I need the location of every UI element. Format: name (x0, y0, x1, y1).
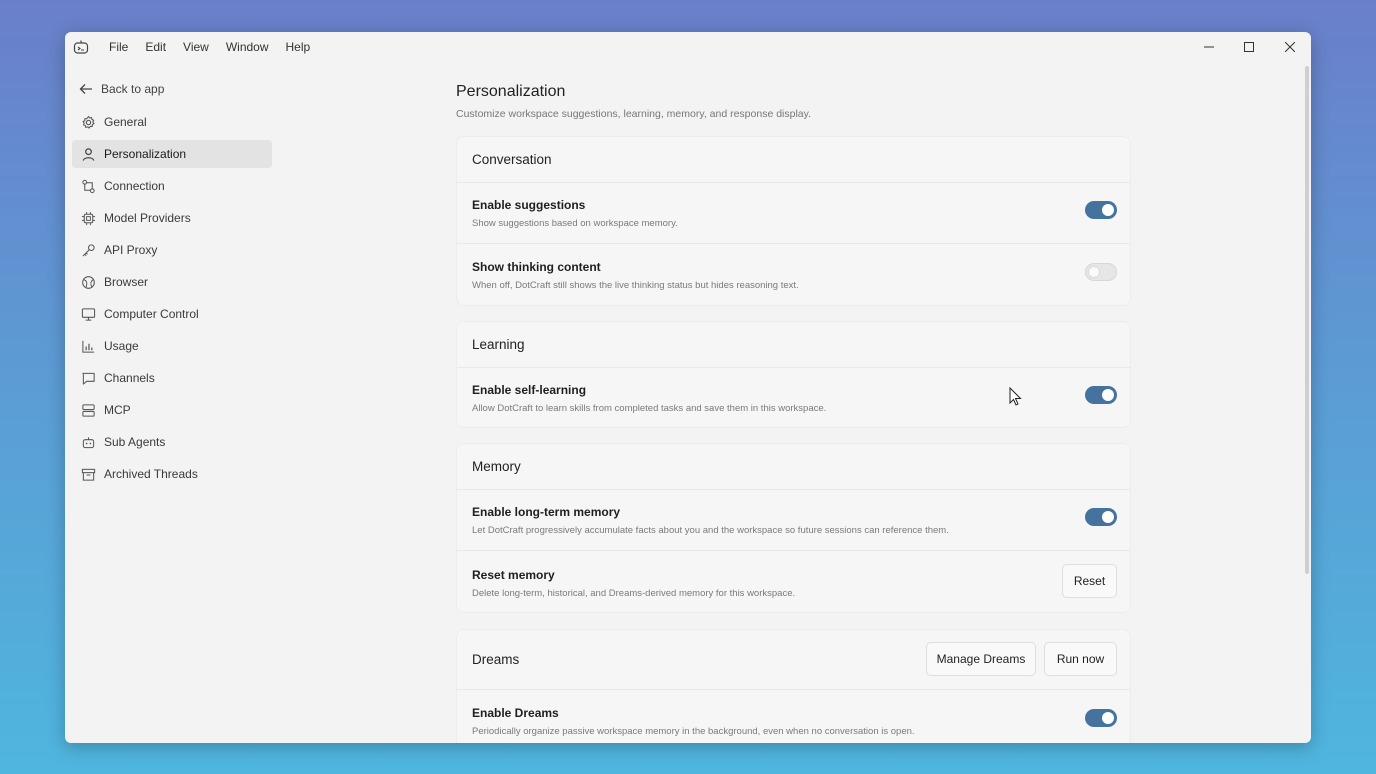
toggle-knob (1102, 389, 1114, 401)
menu-file[interactable]: File (109, 40, 128, 54)
maximize-button[interactable] (1229, 32, 1269, 62)
dreams-card: Dreams Manage Dreams Run now Enable Drea… (456, 629, 1131, 743)
menu-help[interactable]: Help (286, 40, 311, 54)
person-icon (82, 147, 95, 161)
sidebar-item-label: Model Providers (104, 211, 191, 225)
server-icon (82, 403, 95, 417)
sidebar-item-archived-threads[interactable]: Archived Threads (72, 460, 272, 488)
conversation-title: Conversation (472, 152, 552, 167)
mouse-cursor-icon (1009, 387, 1022, 406)
sidebar-item-connection[interactable]: Connection (72, 172, 272, 200)
enable-self-learning-label: Enable self-learning (472, 383, 587, 397)
title-bar: File Edit View Window Help (65, 32, 1311, 62)
enable-long-term-memory-desc: Let DotCraft progressively accumulate fa… (472, 525, 949, 536)
memory-card: Memory Enable long-term memory Let DotCr… (456, 443, 1131, 613)
sidebar-item-label: Computer Control (104, 307, 199, 321)
maximize-icon (1244, 42, 1254, 52)
sidebar-item-label: Personalization (104, 147, 187, 161)
page-title: Personalization (456, 83, 566, 100)
divider (457, 182, 1130, 183)
connection-icon (82, 179, 95, 193)
divider (457, 367, 1130, 368)
key-icon (82, 243, 95, 256)
sidebar-item-channels[interactable]: Channels (72, 364, 272, 392)
sidebar-item-browser[interactable]: Browser (72, 268, 272, 296)
page-subtitle: Customize workspace suggestions, learnin… (456, 108, 812, 120)
memory-title: Memory (472, 459, 521, 474)
settings-window: File Edit View Window Help Back to app G… (65, 32, 1311, 743)
sidebar-item-label: General (104, 115, 147, 129)
divider (457, 489, 1130, 490)
sidebar-item-label: Channels (104, 371, 155, 385)
archive-icon (81, 468, 96, 481)
menu-view[interactable]: View (183, 40, 209, 54)
toggle-knob (1102, 511, 1114, 523)
reset-memory-button[interactable]: Reset (1062, 564, 1117, 598)
show-thinking-label: Show thinking content (472, 260, 601, 274)
dreams-title: Dreams (472, 652, 520, 667)
manage-dreams-button[interactable]: Manage Dreams (926, 642, 1036, 676)
menu-bar: File Edit View Window Help (109, 32, 327, 62)
gear-icon (82, 115, 95, 129)
enable-dreams-label: Enable Dreams (472, 706, 559, 720)
close-icon (1285, 42, 1295, 52)
sidebar-item-general[interactable]: General (72, 108, 272, 136)
toggle-knob (1088, 266, 1100, 278)
enable-suggestions-toggle[interactable] (1085, 201, 1117, 219)
app-logo-icon (73, 39, 89, 55)
divider (457, 689, 1130, 690)
reset-memory-label: Reset memory (472, 568, 555, 582)
menu-edit[interactable]: Edit (145, 40, 166, 54)
toggle-knob (1102, 204, 1114, 216)
chat-icon (82, 372, 95, 385)
scrollbar[interactable] (1305, 66, 1309, 574)
sidebar-item-api-proxy[interactable]: API Proxy (72, 236, 272, 264)
enable-suggestions-desc: Show suggestions based on workspace memo… (472, 218, 678, 229)
minimize-button[interactable] (1189, 32, 1229, 62)
learning-title: Learning (472, 337, 525, 352)
sidebar-item-sub-agents[interactable]: Sub Agents (72, 428, 272, 456)
minimize-icon (1204, 46, 1214, 48)
reset-memory-desc: Delete long-term, historical, and Dreams… (472, 588, 796, 599)
sidebar-item-label: Browser (104, 275, 149, 289)
arrow-left-icon (79, 84, 92, 94)
sidebar-item-computer-control[interactable]: Computer Control (72, 300, 272, 328)
toggle-knob (1102, 712, 1114, 724)
close-button[interactable] (1270, 32, 1310, 62)
conversation-card: Conversation Enable suggestions Show sug… (456, 136, 1131, 306)
robot-icon (82, 436, 95, 448)
sidebar-item-mcp[interactable]: MCP (72, 396, 272, 424)
sidebar-item-label: MCP (104, 403, 131, 417)
enable-long-term-memory-toggle[interactable] (1085, 508, 1117, 526)
sidebar-item-label: Connection (104, 179, 165, 193)
chip-icon (81, 211, 96, 225)
sidebar-item-label: API Proxy (104, 243, 158, 257)
back-to-app-link[interactable]: Back to app (79, 80, 164, 98)
show-thinking-toggle[interactable] (1085, 263, 1117, 281)
sidebar-item-usage[interactable]: Usage (72, 332, 272, 360)
divider (457, 550, 1130, 551)
back-to-app-label: Back to app (101, 82, 165, 96)
show-thinking-desc: When off, DotCraft still shows the live … (472, 280, 799, 291)
enable-suggestions-label: Enable suggestions (472, 198, 586, 212)
sidebar-item-model-providers[interactable]: Model Providers (72, 204, 272, 232)
sidebar-item-label: Usage (104, 339, 139, 353)
enable-self-learning-desc: Allow DotCraft to learn skills from comp… (472, 403, 827, 414)
monitor-icon (81, 307, 96, 321)
globe-icon (82, 275, 95, 289)
run-now-button[interactable]: Run now (1044, 642, 1117, 676)
enable-long-term-memory-label: Enable long-term memory (472, 505, 621, 519)
enable-dreams-desc: Periodically organize passive workspace … (472, 726, 915, 737)
enable-dreams-toggle[interactable] (1085, 709, 1117, 727)
sidebar-item-label: Sub Agents (104, 435, 166, 449)
settings-nav: General Personalization Connection Model… (72, 108, 272, 492)
sidebar-item-label: Archived Threads (104, 467, 198, 481)
divider (457, 243, 1130, 244)
menu-window[interactable]: Window (226, 40, 269, 54)
learning-card: Learning Enable self-learning Allow DotC… (456, 321, 1131, 428)
bar-chart-icon (82, 340, 95, 353)
sidebar-item-personalization[interactable]: Personalization (72, 140, 272, 168)
enable-self-learning-toggle[interactable] (1085, 386, 1117, 404)
